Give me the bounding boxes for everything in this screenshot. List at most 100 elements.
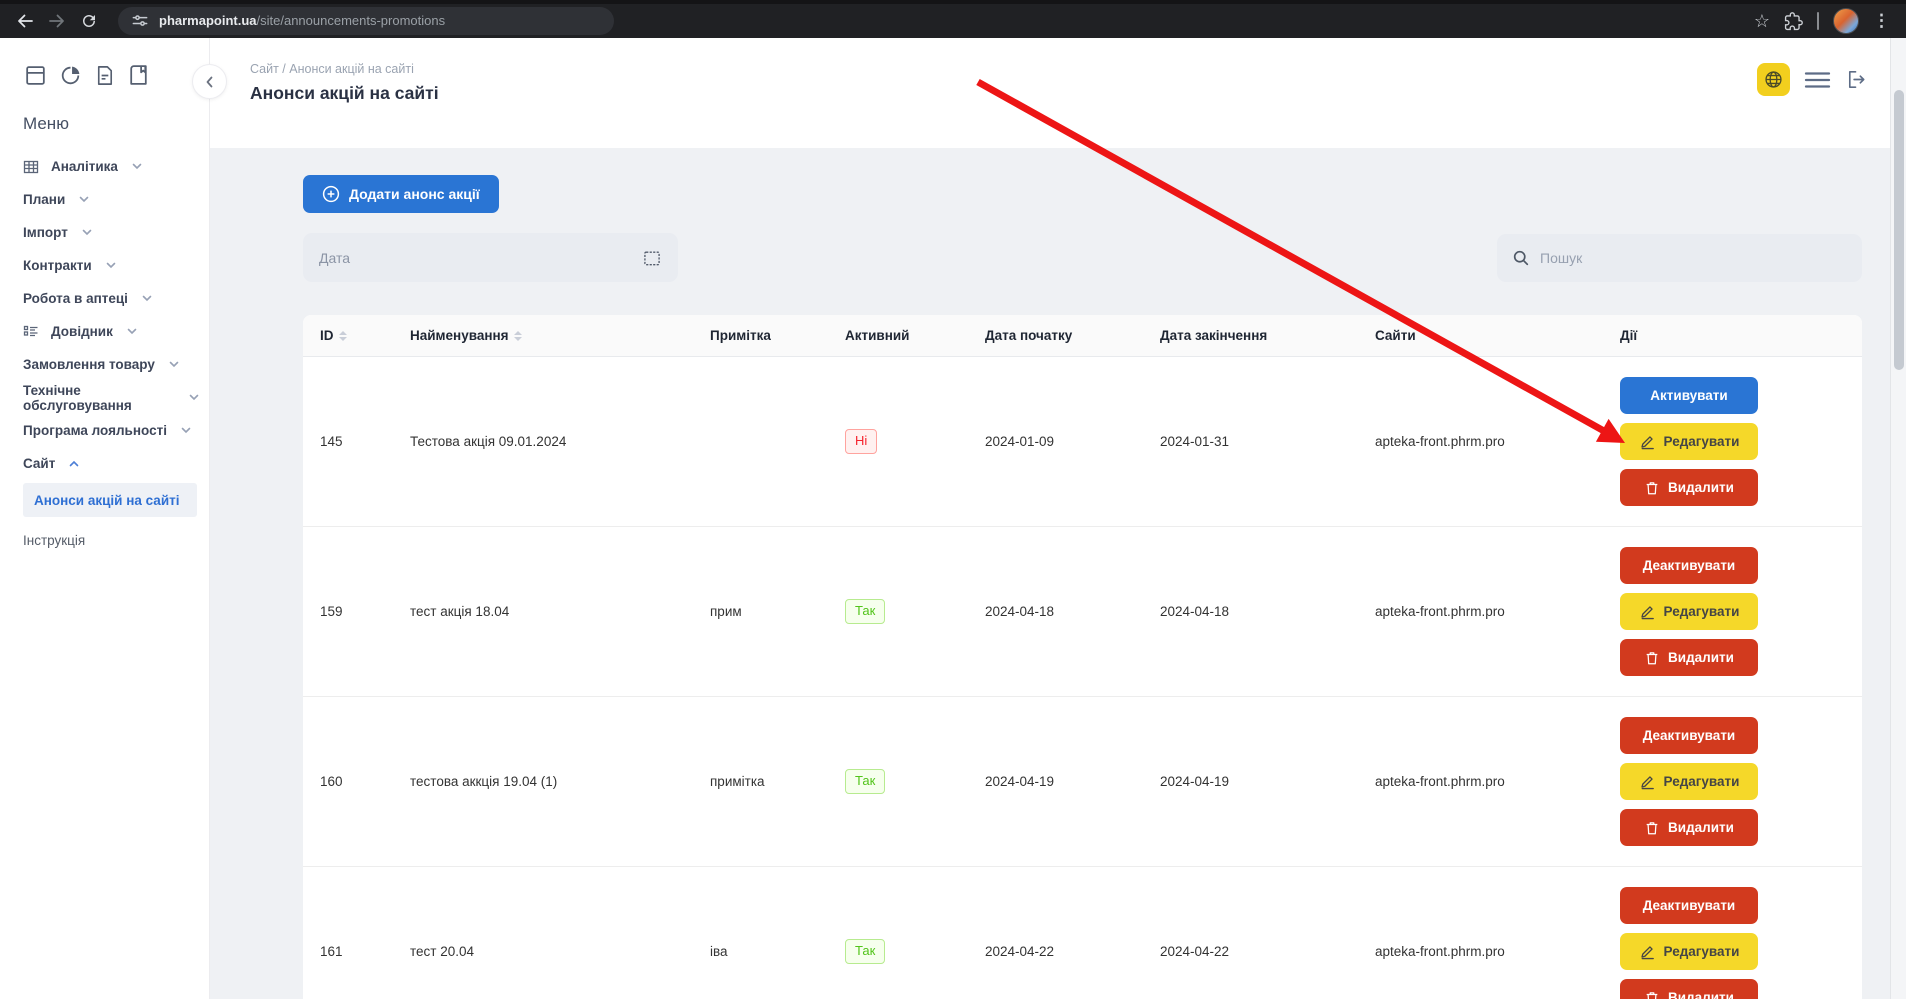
archive-box-icon[interactable] [23,62,48,89]
sidebar-item-label: Технічне обслуговування [23,383,175,413]
edit-button[interactable]: Редагувати [1620,763,1758,800]
deactivate-button[interactable]: Деактивувати [1620,717,1758,754]
sidebar-item-instruction[interactable]: Інструкція [23,533,199,548]
sidebar-item-pharmacy-work[interactable]: Робота в аптеці [23,282,199,315]
add-announcement-button[interactable]: Додати анонс акції [303,175,499,213]
add-announcement-label: Додати анонс акції [349,186,480,202]
sidebar-item-analytics[interactable]: Аналітика [23,150,199,183]
column-header-sites: Сайти [1375,328,1620,343]
activate-button[interactable]: Активувати [1620,377,1758,414]
chevron-left-icon [204,76,216,88]
date-filter[interactable] [303,233,678,282]
cell-id: 159 [320,604,410,619]
chevron-down-icon [127,328,137,335]
forward-icon[interactable] [42,6,72,36]
column-header-id[interactable]: ID [320,328,410,343]
cell-date-start: 2024-04-19 [985,774,1160,789]
sidebar-item-label: Замовлення товару [23,357,155,372]
delete-button[interactable]: Видалити [1620,469,1758,506]
edit-button[interactable]: Редагувати [1620,593,1758,630]
sidebar-item-goods-orders[interactable]: Замовлення товару [23,348,199,381]
pencil-icon [1639,773,1656,790]
deactivate-button[interactable]: Деактивувати [1620,887,1758,924]
trash-icon [1644,650,1660,666]
chevron-down-icon [169,361,179,368]
sidebar-collapse-button[interactable] [193,65,226,98]
sort-icon [514,331,522,341]
reload-icon[interactable] [74,6,104,36]
document-icon[interactable] [93,62,116,89]
sidebar-item-label: Контракти [23,258,92,273]
sidebar-item-site-announcements[interactable]: Анонси акцій на сайті [23,483,197,517]
page-scrollbar[interactable] [1890,38,1906,999]
main-menu: Аналітика Плани Імпорт Контракти Робота … [23,150,209,548]
pencil-icon [1639,943,1656,960]
sidebar-item-label: Плани [23,192,65,207]
column-header-date-start: Дата початку [985,328,1160,343]
edit-button[interactable]: Редагувати [1620,423,1758,460]
bookmark-star-icon[interactable]: ☆ [1754,12,1770,30]
sidebar-item-site[interactable]: Сайт [23,447,199,480]
sidebar-item-contracts[interactable]: Контракти [23,249,199,282]
cell-date-end: 2024-04-22 [1160,944,1375,959]
address-bar[interactable]: pharmapoint.ua/site/announcements-promot… [118,7,614,35]
edit-button[interactable]: Редагувати [1620,933,1758,970]
deactivate-button[interactable]: Деактивувати [1620,547,1758,584]
sidebar-item-label: Імпорт [23,225,68,240]
cell-name: Тестова акція 09.01.2024 [410,434,710,449]
cell-name: тест акція 18.04 [410,604,710,619]
sidebar-item-plans[interactable]: Плани [23,183,199,216]
table-row: 160 тестова аккція 19.04 (1) примітка Та… [303,697,1862,867]
cell-date-start: 2024-01-09 [985,434,1160,449]
url-host: pharmapoint.ua [159,13,257,28]
sidebar-item-directory[interactable]: Довідник [23,315,199,348]
column-header-name[interactable]: Найменування [410,328,710,343]
trash-icon [1644,480,1660,496]
column-header-active: Активний [845,328,985,343]
search-icon [1512,249,1530,267]
calendar-icon[interactable] [642,248,662,268]
toolbar-divider [1817,12,1819,30]
column-header-date-end: Дата закінчення [1160,328,1375,343]
table-header-row: ID Найменування Примітка Активний Дата п… [303,315,1862,357]
globe-icon [1763,69,1784,90]
extensions-puzzle-icon[interactable] [1784,12,1803,31]
cell-id: 161 [320,944,410,959]
book-icon[interactable] [126,62,151,89]
profile-avatar[interactable] [1833,8,1859,34]
cell-site: apteka-front.phrm.pro [1375,944,1620,959]
cell-note: примітка [710,774,845,789]
cell-note: прим [710,604,845,619]
sidebar-item-import[interactable]: Імпорт [23,216,199,249]
site-settings-icon [130,11,150,31]
sidebar-item-loyalty-program[interactable]: Програма лояльності [23,414,199,447]
back-icon[interactable] [10,6,40,36]
pie-chart-icon[interactable] [58,62,83,89]
menu-toggle-button[interactable] [1804,71,1831,89]
sidebar-item-maintenance[interactable]: Технічне обслуговування [23,381,199,414]
url-text: pharmapoint.ua/site/announcements-promot… [159,12,445,30]
search-input[interactable] [1540,250,1847,266]
breadcrumb[interactable]: Сайт / Анонси акцій на сайті [250,62,1866,76]
date-filter-input[interactable] [319,250,642,266]
language-button[interactable] [1757,63,1790,96]
status-badge: Так [845,769,885,793]
announcements-table: ID Найменування Примітка Активний Дата п… [303,315,1862,999]
search-box[interactable] [1497,234,1862,282]
chevron-down-icon [82,229,92,236]
status-badge: Ні [845,429,877,453]
cell-date-start: 2024-04-18 [985,604,1160,619]
logout-button[interactable] [1845,68,1868,91]
menu-title: Меню [23,114,209,134]
browser-menu-icon[interactable]: ⋮ [1873,11,1890,31]
scrollbar-thumb[interactable] [1894,90,1904,370]
delete-button[interactable]: Видалити [1620,979,1758,999]
trash-icon [1644,990,1660,999]
delete-button[interactable]: Видалити [1620,639,1758,676]
page-header: Сайт / Анонси акцій на сайті Анонси акці… [210,38,1906,148]
chevron-down-icon [106,262,116,269]
trash-icon [1644,820,1660,836]
column-header-actions: Дії [1620,328,1862,343]
delete-button[interactable]: Видалити [1620,809,1758,846]
chevron-up-icon [69,460,79,467]
